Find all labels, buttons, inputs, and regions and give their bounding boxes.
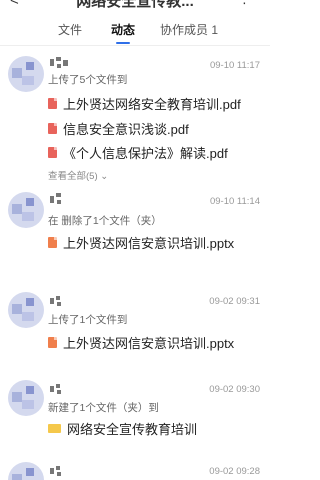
avatar xyxy=(8,380,44,416)
action-text: 上传了5个文件到 xyxy=(48,74,128,86)
action-text: 新建了1个文件（夹）到 xyxy=(48,402,159,414)
action-text: 上传了1个文件到 xyxy=(48,314,128,326)
avatar xyxy=(8,462,44,480)
pdf-file-icon xyxy=(48,97,57,109)
activity-feed: 09-10 11:17 上传了5个文件到 上外贤达网络安全教育培训.pdf 信息… xyxy=(0,46,270,480)
pdf-file-icon xyxy=(48,122,57,134)
file-name: 《个人信息保护法》解读.pdf xyxy=(63,145,228,161)
file-item[interactable]: 上外贤达网信安意识培训.pptx xyxy=(48,232,234,252)
folder-name: 网络安全宣传教育培训 xyxy=(67,421,198,437)
tab-bar: 文件 动态 协作成员 1 xyxy=(0,12,270,46)
user-name-redacted xyxy=(48,464,78,478)
file-name: 上外贤达网络安全教育培训.pdf xyxy=(63,96,241,112)
folder-icon xyxy=(48,423,61,433)
file-item[interactable]: 信息安全意识浅谈.pdf xyxy=(48,118,189,138)
pptx-file-icon xyxy=(48,336,57,348)
file-item[interactable]: 上外贤达网信安意识培训.pptx xyxy=(48,332,234,352)
file-item[interactable]: 上外贤达网络安全教育培训.pdf xyxy=(48,93,241,113)
timestamp: 09-02 09:31 xyxy=(209,296,260,307)
page-title: 网络安全宣传教... xyxy=(76,0,194,10)
file-item[interactable]: 《个人信息保护法》解读.pdf xyxy=(48,142,228,162)
avatar xyxy=(8,292,44,328)
activity-item[interactable]: 09-10 11:17 上传了5个文件到 上外贤达网络安全教育培训.pdf 信息… xyxy=(0,46,270,182)
tab-activity[interactable]: 动态 xyxy=(111,21,135,38)
folder-item[interactable]: 网络安全宣传教育培训 xyxy=(48,418,197,438)
see-all-link[interactable]: 查看全部(5) ⌄ xyxy=(48,168,108,182)
more-icon[interactable]: ⋮ xyxy=(238,0,252,7)
timestamp: 09-10 11:17 xyxy=(209,60,260,71)
timestamp: 09-02 09:28 xyxy=(209,466,260,477)
action-text: 在 删除了1个文件（夹） xyxy=(48,215,162,227)
user-name-redacted xyxy=(48,294,78,308)
avatar xyxy=(8,192,44,228)
tab-files[interactable]: 文件 xyxy=(58,21,82,38)
avatar xyxy=(8,56,44,92)
active-tab-indicator xyxy=(116,42,130,44)
pdf-file-icon xyxy=(48,146,57,158)
activity-item[interactable]: 09-02 09:31 上传了1个文件到 上外贤达网信安意识培训.pptx xyxy=(0,288,270,376)
activity-item[interactable]: 09-02 09:30 新建了1个文件（夹）到 网络安全宣传教育培训 xyxy=(0,376,270,458)
user-name-redacted xyxy=(48,382,78,396)
file-name: 信息安全意识浅谈.pdf xyxy=(63,121,189,137)
timestamp: 09-02 09:30 xyxy=(209,384,260,395)
file-name: 上外贤达网信安意识培训.pptx xyxy=(63,235,235,251)
tab-members[interactable]: 协作成员 1 xyxy=(160,21,218,38)
activity-item[interactable]: 09-02 09:28 xyxy=(0,458,270,480)
user-name-redacted xyxy=(48,56,78,70)
timestamp: 09-10 11:14 xyxy=(209,196,260,207)
user-name-redacted xyxy=(48,192,78,206)
file-name: 上外贤达网信安意识培训.pptx xyxy=(63,335,235,351)
activity-item[interactable]: 09-10 11:14 在 删除了1个文件（夹） 上外贤达网信安意识培训.ppt… xyxy=(0,182,270,292)
pptx-file-icon xyxy=(48,236,57,248)
title-bar: < 网络安全宣传教... ⋮ xyxy=(0,0,270,12)
